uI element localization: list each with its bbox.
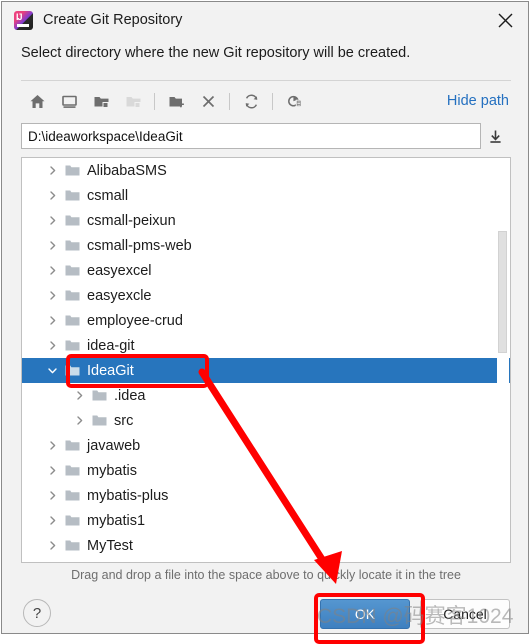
tree-row-label: mybatis	[87, 462, 137, 479]
download-expand-icon[interactable]	[481, 123, 509, 149]
tree-scrollbar-thumb[interactable]	[498, 231, 507, 353]
folder-icon	[61, 483, 83, 508]
tree-row-label: mybatis1	[87, 512, 146, 529]
tree-row-label: IdeaGit	[87, 362, 134, 379]
window-title: Create Git Repository	[43, 12, 183, 28]
folder-icon	[61, 158, 83, 183]
chevron-right-icon[interactable]	[44, 233, 61, 258]
folder-icon	[88, 383, 110, 408]
folder-icon	[61, 508, 83, 533]
chevron-right-icon[interactable]	[44, 433, 61, 458]
title-bar: IJ Create Git Repository	[2, 2, 528, 38]
tree-row[interactable]: mybatis	[22, 458, 510, 483]
desktop-icon[interactable]	[53, 86, 85, 116]
chevron-right-icon[interactable]	[44, 533, 61, 558]
tree-row[interactable]: employee-crud	[22, 308, 510, 333]
chevron-right-icon[interactable]	[44, 258, 61, 283]
tree-row[interactable]: src	[22, 408, 510, 433]
tree-row-label: easyexcel	[87, 262, 152, 279]
chevron-right-icon[interactable]	[44, 183, 61, 208]
tree-row-label: csmall-peixun	[87, 212, 176, 229]
tree-row-label: AlibabaSMS	[87, 162, 167, 179]
tree-row-label: idea-git	[87, 337, 135, 354]
tree-row[interactable]: csmall-pms-web	[22, 233, 510, 258]
module-folder-icon	[117, 86, 149, 116]
tree-row[interactable]: csmall-peixun	[22, 208, 510, 233]
tree-row-label: MyTest	[87, 537, 133, 554]
toolbar-separator	[154, 92, 155, 110]
create-git-repository-dialog: IJ Create Git Repository Select director…	[1, 1, 529, 644]
tree-row[interactable]: csmall	[22, 183, 510, 208]
show-hidden-icon[interactable]	[278, 86, 310, 116]
tree-row-label: employee-crud	[87, 312, 183, 329]
chevron-right-icon[interactable]	[44, 333, 61, 358]
hide-path-link[interactable]: Hide path	[447, 93, 511, 109]
tree-row[interactable]: idea-git	[22, 333, 510, 358]
tree-row[interactable]: IdeaGit	[22, 358, 510, 383]
chevron-right-icon[interactable]	[44, 158, 61, 183]
tree-row-label: easyexcle	[87, 287, 152, 304]
chevron-right-icon[interactable]	[44, 508, 61, 533]
chevron-down-icon[interactable]	[44, 358, 61, 383]
ok-button[interactable]: OK	[320, 599, 410, 629]
tree-row-label: mybatis-plus	[87, 487, 169, 504]
folder-icon	[61, 233, 83, 258]
file-chooser-toolbar: Hide path	[21, 84, 511, 118]
tree-row[interactable]: javaweb	[22, 433, 510, 458]
chevron-right-icon[interactable]	[71, 408, 88, 433]
folder-icon	[61, 458, 83, 483]
tree-row[interactable]: mybatis1	[22, 508, 510, 533]
folder-icon	[61, 258, 83, 283]
folder-icon	[61, 533, 83, 558]
tree-row[interactable]: .idea	[22, 383, 510, 408]
folder-icon	[61, 183, 83, 208]
intellij-idea-icon: IJ	[14, 10, 33, 30]
dialog-subtitle: Select directory where the new Git repos…	[21, 45, 411, 61]
chevron-right-icon[interactable]	[71, 383, 88, 408]
tree-row-label: csmall-pms-web	[87, 237, 192, 254]
toolbar-separator	[272, 92, 273, 110]
refresh-icon[interactable]	[235, 86, 267, 116]
close-icon[interactable]	[482, 2, 528, 38]
folder-icon	[61, 208, 83, 233]
tree-scrollbar-track[interactable]	[497, 159, 509, 561]
path-row	[21, 122, 511, 150]
chevron-right-icon[interactable]	[44, 283, 61, 308]
folder-icon	[61, 358, 83, 383]
tree-row-label: csmall	[87, 187, 129, 204]
tree-row-label: src	[114, 412, 134, 429]
divider	[21, 80, 511, 81]
toolbar-separator	[229, 92, 230, 110]
tree-row[interactable]: mybatis-plus	[22, 483, 510, 508]
chevron-right-icon[interactable]	[44, 208, 61, 233]
chevron-right-icon[interactable]	[44, 483, 61, 508]
tree-row[interactable]: AlibabaSMS	[22, 158, 510, 183]
directory-tree[interactable]: AlibabaSMS csmall csmall-peixun csmall-pms-…	[21, 157, 511, 563]
tree-row-label: javaweb	[87, 437, 141, 454]
chevron-right-icon[interactable]	[44, 458, 61, 483]
path-input[interactable]	[21, 123, 481, 149]
cancel-button[interactable]: Cancel	[420, 599, 510, 629]
tree-row[interactable]: easyexcel	[22, 258, 510, 283]
folder-icon	[61, 308, 83, 333]
folder-icon	[61, 333, 83, 358]
chevron-right-icon[interactable]	[44, 308, 61, 333]
tree-row[interactable]: MyTest	[22, 533, 510, 558]
tree-row-label: .idea	[114, 387, 146, 404]
folder-icon	[61, 433, 83, 458]
help-button[interactable]: ?	[23, 599, 51, 627]
folder-icon	[88, 408, 110, 433]
new-folder-icon[interactable]	[160, 86, 192, 116]
folder-icon	[61, 283, 83, 308]
project-folder-icon[interactable]	[85, 86, 117, 116]
tree-row[interactable]: easyexcle	[22, 283, 510, 308]
delete-icon[interactable]	[192, 86, 224, 116]
home-icon[interactable]	[21, 86, 53, 116]
drag-drop-hint: Drag and drop a file into the space abov…	[71, 568, 461, 582]
